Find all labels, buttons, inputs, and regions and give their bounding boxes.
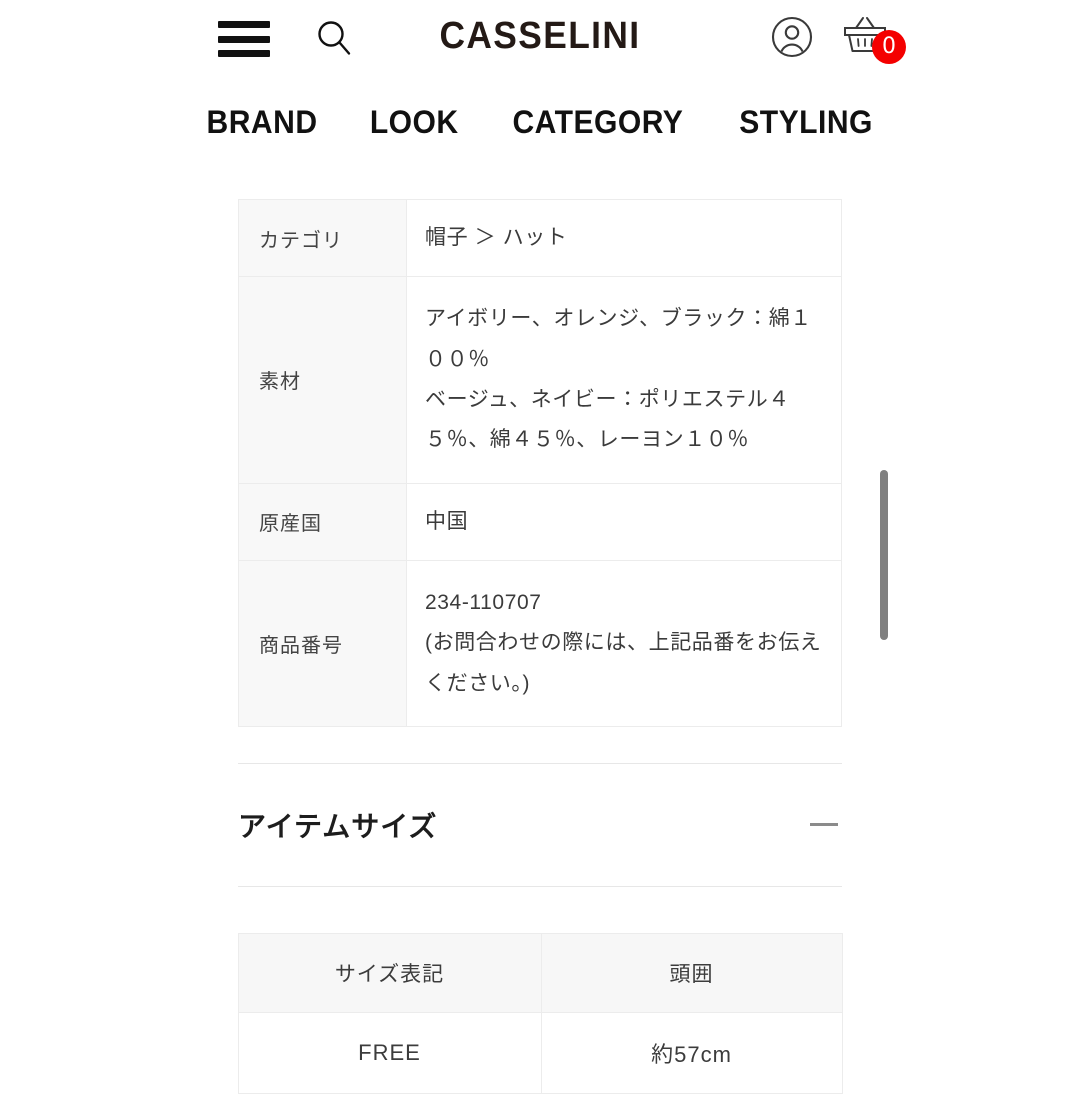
- spec-label-product-number: 商品番号: [238, 559, 407, 727]
- cart-count-badge: 0: [872, 30, 906, 64]
- size-header-label: サイズ表記: [237, 932, 542, 1013]
- spec-value-category: 帽子 ＞ ハット: [406, 198, 842, 278]
- size-cell-label: FREE: [237, 1011, 542, 1094]
- table-row: カテゴリ 帽子 ＞ ハット: [238, 198, 842, 278]
- nav-item-category[interactable]: CATEGORY: [513, 104, 684, 141]
- table-header-row: サイズ表記 頭囲: [237, 932, 843, 1013]
- table-row: FREE 約57cm: [237, 1011, 843, 1094]
- table-row: 素材 アイボリー、オレンジ、ブラック：綿１００％ ベージュ、ネイビー：ポリエステ…: [238, 276, 842, 484]
- page-scrollbar[interactable]: [880, 470, 888, 640]
- cart-button[interactable]: 0: [840, 14, 906, 64]
- global-navigation: BRAND LOOK CATEGORY STYLING: [0, 88, 1080, 151]
- item-size-table: サイズ表記 頭囲 FREE 約57cm: [237, 932, 843, 1094]
- product-detail-content: カテゴリ 帽子 ＞ ハット 素材 アイボリー、オレンジ、ブラック：綿１００％ ベ…: [0, 198, 1080, 1094]
- spec-label-origin: 原産国: [238, 482, 407, 561]
- spec-value-origin: 中国: [406, 482, 842, 561]
- header-right-group: 0: [770, 14, 906, 64]
- minus-icon[interactable]: [810, 823, 838, 827]
- spec-value-material: アイボリー、オレンジ、ブラック：綿１００％ ベージュ、ネイビー：ポリエステル４５…: [406, 276, 842, 484]
- item-size-accordion: アイテムサイズ: [238, 762, 842, 887]
- item-size-title: アイテムサイズ: [238, 810, 438, 842]
- spec-value-product-number: 234-110707 (お問合わせの際には、上記品番をお伝えください。): [406, 559, 842, 727]
- scrollbar-thumb[interactable]: [880, 470, 888, 640]
- table-row: 原産国 中国: [238, 482, 842, 561]
- size-cell-head-circumference: 約57cm: [540, 1011, 843, 1094]
- table-row: 商品番号 234-110707 (お問合わせの際には、上記品番をお伝えください。…: [238, 559, 842, 727]
- nav-item-brand[interactable]: BRAND: [206, 104, 317, 141]
- spec-label-material: 素材: [238, 276, 407, 484]
- product-spec-table: カテゴリ 帽子 ＞ ハット 素材 アイボリー、オレンジ、ブラック：綿１００％ ベ…: [238, 198, 842, 727]
- nav-item-styling[interactable]: STYLING: [739, 104, 873, 141]
- spec-label-category: カテゴリ: [238, 198, 407, 278]
- nav-item-look[interactable]: LOOK: [370, 104, 459, 141]
- account-icon[interactable]: [770, 15, 814, 59]
- site-header: CASSELINI 0: [0, 0, 1080, 88]
- item-size-accordion-header[interactable]: アイテムサイズ: [238, 764, 842, 886]
- divider-bottom: [238, 885, 842, 887]
- size-header-head-circumference: 頭囲: [540, 932, 843, 1013]
